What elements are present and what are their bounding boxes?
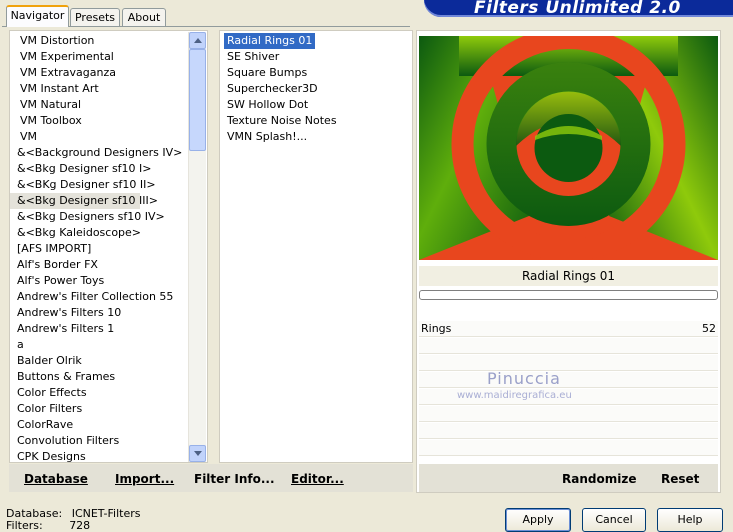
category-item[interactable]: VM Natural <box>10 97 140 113</box>
filter-item[interactable]: SW Hollow Dot <box>224 97 311 113</box>
filter-item[interactable]: Superchecker3D <box>224 81 321 97</box>
category-item[interactable]: &<Bkg Kaleidoscope> <box>10 225 141 241</box>
tab-navigator[interactable]: Navigator <box>6 5 69 27</box>
slider-empty-row <box>419 372 718 388</box>
watermark-name: Pinuccia <box>487 369 561 388</box>
category-item[interactable]: ColorRave <box>10 417 140 433</box>
filter-info-button[interactable]: Filter Info... <box>194 472 275 486</box>
filter-item[interactable]: Radial Rings 01 <box>224 33 316 49</box>
category-item[interactable]: &<BKg Designer sf10 II> <box>10 177 156 193</box>
reset-button[interactable]: Reset <box>661 472 699 486</box>
apply-button[interactable]: Apply <box>505 508 571 532</box>
category-item[interactable]: Color Effects <box>10 385 140 401</box>
import-button[interactable]: Import... <box>115 472 174 486</box>
category-item[interactable]: Buttons & Frames <box>10 369 140 385</box>
status-filters-value: 728 <box>69 519 91 532</box>
category-item[interactable]: VM Extravaganza <box>10 65 140 81</box>
category-item[interactable]: VM <box>10 129 140 145</box>
slider-empty-row <box>419 440 718 456</box>
filter-item[interactable]: Square Bumps <box>224 65 310 81</box>
slider-rings[interactable]: Rings 52 <box>419 321 718 337</box>
preview-image <box>419 36 718 260</box>
filter-list[interactable]: Radial Rings 01 SE Shiver Square Bumps Supe… <box>219 30 413 463</box>
category-item[interactable]: Andrew's Filters 10 <box>10 305 140 321</box>
slider-value: 52 <box>702 322 716 335</box>
category-item[interactable]: VM Experimental <box>10 49 140 65</box>
category-item[interactable]: Color Filters <box>10 401 140 417</box>
editor-button[interactable]: Editor... <box>291 472 344 486</box>
category-item[interactable]: VM Distortion <box>10 33 140 49</box>
category-item[interactable]: CPK Designs <box>10 449 140 465</box>
slider-empty-row <box>419 406 718 422</box>
watermark-url: www.maidiregrafica.eu <box>457 390 572 401</box>
status-filters: Filters: 728 <box>6 519 90 532</box>
category-item[interactable]: &<Bkg Designer sf10 III> <box>10 193 158 209</box>
tab-presets[interactable]: Presets <box>70 8 120 26</box>
status-filters-label: Filters: <box>6 519 43 532</box>
category-list[interactable]: VM Distortion VM Experimental VM Extravaga… <box>9 30 208 463</box>
filter-item[interactable]: VMN Splash!... <box>224 129 310 145</box>
filter-item[interactable]: Texture Noise Notes <box>224 113 340 129</box>
slider-empty-row <box>419 338 718 354</box>
category-item[interactable]: &<Background Designers IV> <box>10 145 182 161</box>
filter-item[interactable]: SE Shiver <box>224 49 282 65</box>
slider-label: Rings <box>421 322 452 335</box>
category-item[interactable]: [AFS IMPORT] <box>10 241 140 257</box>
help-button[interactable]: Help <box>657 508 723 532</box>
radial-rings-preview <box>419 36 718 260</box>
current-filter-name: Radial Rings 01 <box>419 266 718 286</box>
randomize-button[interactable]: Randomize <box>562 472 636 486</box>
scroll-down-button[interactable] <box>189 445 206 462</box>
banner-title: Filters Unlimited 2.0 <box>474 0 681 18</box>
scroll-up-button[interactable] <box>189 32 206 49</box>
category-item[interactable]: Alf's Power Toys <box>10 273 140 289</box>
category-item[interactable]: Andrew's Filter Collection 55 <box>10 289 173 305</box>
category-item[interactable]: Andrew's Filters 1 <box>10 321 140 337</box>
progress-bar <box>419 290 718 300</box>
scroll-thumb[interactable] <box>189 49 206 151</box>
category-item[interactable]: a <box>10 337 140 353</box>
category-item[interactable]: Balder Olrik <box>10 353 140 369</box>
category-item[interactable]: VM Instant Art <box>10 81 140 97</box>
arrow-down-icon <box>193 451 202 456</box>
slider-empty-row <box>419 423 718 439</box>
tab-about[interactable]: About <box>122 8 166 26</box>
category-item[interactable]: Convolution Filters <box>10 433 140 449</box>
slider-empty-row <box>419 355 718 371</box>
category-item[interactable]: Alf's Border FX <box>10 257 140 273</box>
category-item[interactable]: VM Toolbox <box>10 113 140 129</box>
cancel-button[interactable]: Cancel <box>582 508 646 532</box>
database-button[interactable]: Database <box>24 472 88 486</box>
category-item[interactable]: &<Bkg Designer sf10 I> <box>10 161 152 177</box>
arrow-up-icon <box>193 38 202 43</box>
category-item[interactable]: &<Bkg Designers sf10 IV> <box>10 209 165 225</box>
